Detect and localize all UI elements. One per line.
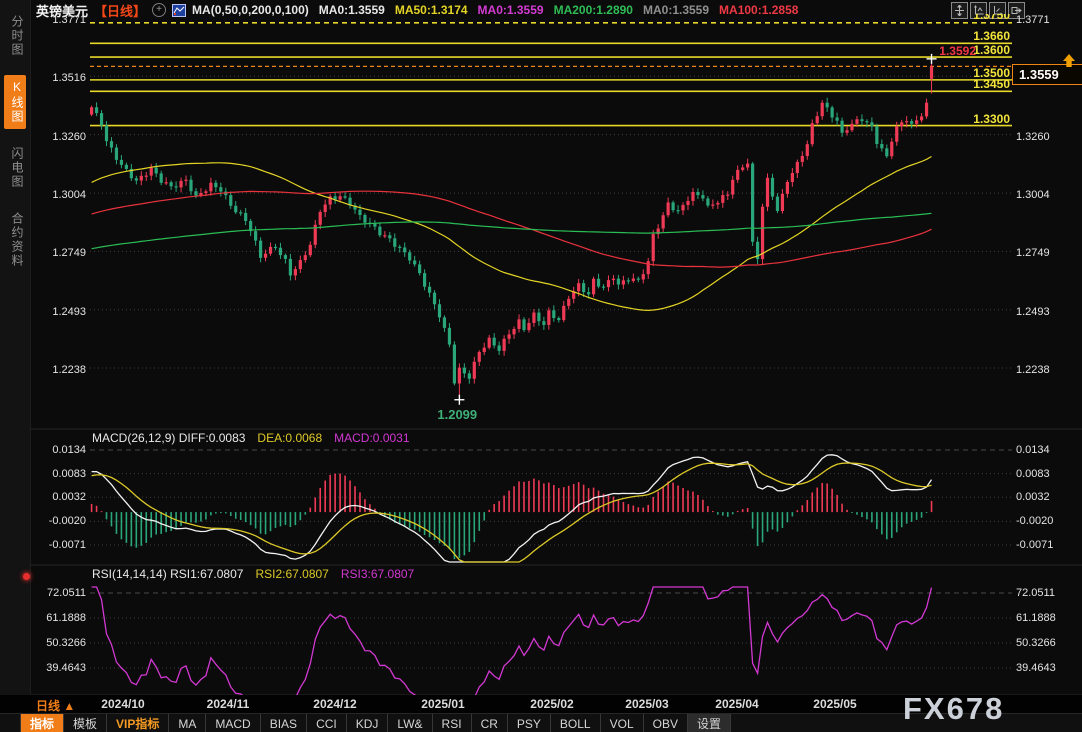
x-axis-month-label: 2024/12: [313, 697, 356, 711]
toolbar-button-cr[interactable]: CR: [472, 714, 508, 732]
level-price-label: 1.3600: [973, 43, 1010, 57]
ma-value: MA0:1.3559: [478, 3, 544, 17]
toolbar-button-lw[interactable]: LW&: [388, 714, 432, 732]
toolbar-button-[interactable]: 设置: [688, 714, 731, 732]
toolbar-button-[interactable]: 模板: [64, 714, 107, 732]
axis-label: 1.2493: [1016, 306, 1050, 318]
chart-header: 英镑美元 【日线】 + MA(0,50,0,200,0,100)MA0:1.35…: [36, 2, 808, 18]
level-price-label: 1.3450: [973, 77, 1010, 91]
sidebar-tab-item[interactable]: 闪电图: [4, 142, 26, 194]
toolbar-button-cci[interactable]: CCI: [307, 714, 347, 732]
ma-value: MA(0,50,0,200,0,100): [192, 3, 309, 17]
day-high-label: 1.3592: [939, 44, 976, 58]
x-axis-month-label: 2025/01: [421, 697, 464, 711]
x-axis-row: 日线 ▲ 2024/10 2024/11 2024/12 2025/01 2025/02…: [0, 695, 1082, 713]
left-sidebar: 分时图 K线图闪电图合约资料: [0, 0, 31, 695]
level-price-label: 1.3660: [973, 29, 1010, 43]
level-price-label: 1.3300: [973, 112, 1010, 126]
axis-label: 0.0032: [1016, 491, 1050, 503]
level-price-label: 1.3750: [973, 14, 1010, 23]
rsi-header: RSI(14,14,14) RSI1:67.0807 RSI2:67.0807 …: [92, 567, 414, 581]
x-axis-month-label: 2025/03: [625, 697, 668, 711]
rsi-params: RSI(14,14,14) RSI1:67.0807: [92, 567, 243, 581]
mini-chart-icon[interactable]: [172, 4, 186, 17]
sidebar-tab-item[interactable]: 合约资料: [4, 207, 26, 273]
record-dot-icon: [23, 573, 30, 580]
axis-label: 50.3266: [1016, 637, 1056, 649]
axis-label: 1.2238: [52, 364, 86, 376]
axis-label: -0.0071: [1016, 539, 1053, 551]
axis-label: -0.0020: [49, 515, 86, 527]
ma-readout: MA(0,50,0,200,0,100) MA0:1.3559 MA50:1.317…: [192, 3, 808, 17]
axis-label: 1.2749: [1016, 247, 1050, 259]
axis-label: 39.4643: [1016, 662, 1056, 674]
axis-label: 1.3260: [1016, 131, 1050, 143]
x-axis-month-label: 2025/02: [530, 697, 573, 711]
ma-value: MA100:1.2858: [719, 3, 798, 17]
macd-value: MACD:0.0031: [334, 431, 409, 445]
toolbar-button-ma[interactable]: MA: [169, 714, 206, 732]
toolbar-button-[interactable]: 指标: [20, 714, 64, 732]
toolbar-button-vip[interactable]: VIP指标: [107, 714, 169, 732]
toolbar-button-boll[interactable]: BOLL: [551, 714, 601, 732]
x-axis-month-label: 2025/04: [715, 697, 758, 711]
axis-label: 72.0511: [47, 587, 86, 599]
toolbar-button-bias[interactable]: BIAS: [261, 714, 307, 732]
ma-value: MA0:1.3559: [643, 3, 709, 17]
axis-label: 1.3771: [52, 14, 86, 26]
axis-label: 50.3266: [46, 637, 86, 649]
expand-icon[interactable]: +: [152, 3, 166, 17]
period-tag[interactable]: 【日线】: [94, 1, 146, 20]
x-axis-month-label: 2025/05: [813, 697, 856, 711]
axis-label: 0.0134: [1016, 444, 1050, 456]
axis-label: 39.4643: [46, 662, 86, 674]
sidebar-tab-item[interactable]: 分时图: [4, 10, 26, 62]
toolbar-button-obv[interactable]: OBV: [644, 714, 688, 732]
current-price-box: 1.3559: [1012, 64, 1082, 85]
axis-label: 61.1888: [1016, 612, 1056, 624]
sidebar-tab-active[interactable]: K线图: [4, 75, 26, 129]
axis-label: 1.2493: [52, 306, 86, 318]
period-selector[interactable]: 日线 ▲: [36, 697, 75, 714]
axis-label: 1.3004: [1016, 189, 1050, 201]
macd-header: MACD(26,12,9) DIFF:0.0083 DEA:0.0068 MAC…: [92, 431, 410, 445]
move-icon[interactable]: [951, 2, 968, 19]
ma-value: MA50:1.3174: [395, 3, 468, 17]
indicator-toolbar: 指标模板VIP指标MAMACDBIASCCIKDJLW&RSICRPSYBOLL…: [0, 713, 1082, 732]
x-axis-month-label: 2024/10: [101, 697, 144, 711]
rsi3-value: RSI3:67.0807: [341, 567, 414, 581]
axis-label: 61.1888: [46, 612, 86, 624]
toolbar-button-rsi[interactable]: RSI: [433, 714, 472, 732]
ma-value: MA0:1.3559: [319, 3, 385, 17]
x-axis-month-label: 2024/11: [207, 697, 250, 711]
axis-label: -0.0020: [1016, 515, 1053, 527]
axis-label: 1.3516: [52, 72, 86, 84]
axis-label: 1.3260: [52, 131, 86, 143]
axis-label: 0.0083: [1016, 468, 1050, 480]
axis-label: 1.2238: [1016, 364, 1050, 376]
toolbar-button-macd[interactable]: MACD: [206, 714, 260, 732]
trading-app-window: 分时图 K线图闪电图合约资料 英镑美元 【日线】 + MA(0,50,0,200,…: [0, 0, 1082, 732]
rsi2-value: RSI2:67.0807: [255, 567, 328, 581]
axis-label: 0.0083: [52, 468, 86, 480]
axis-label: 1.3771: [1016, 14, 1050, 26]
axis-label: -0.0071: [49, 539, 86, 551]
axis-label: 1.3004: [52, 189, 86, 201]
price-up-arrow-icon: [1062, 54, 1076, 67]
axis-label: 1.2749: [52, 247, 86, 259]
toolbar-button-vol[interactable]: VOL: [601, 714, 644, 732]
macd-params: MACD(26,12,9) DIFF:0.0083: [92, 431, 245, 445]
low-price-label: 1.2099: [437, 407, 477, 422]
chart-canvas[interactable]: [0, 0, 1082, 732]
ma-value: MA200:1.2890: [554, 3, 633, 17]
axis-label: 0.0032: [52, 491, 86, 503]
axis-label: 72.0511: [1016, 587, 1055, 599]
toolbar-button-kdj[interactable]: KDJ: [347, 714, 389, 732]
toolbar-button-psy[interactable]: PSY: [508, 714, 551, 732]
macd-dea-value: DEA:0.0068: [257, 431, 322, 445]
axis-label: 0.0134: [52, 444, 86, 456]
